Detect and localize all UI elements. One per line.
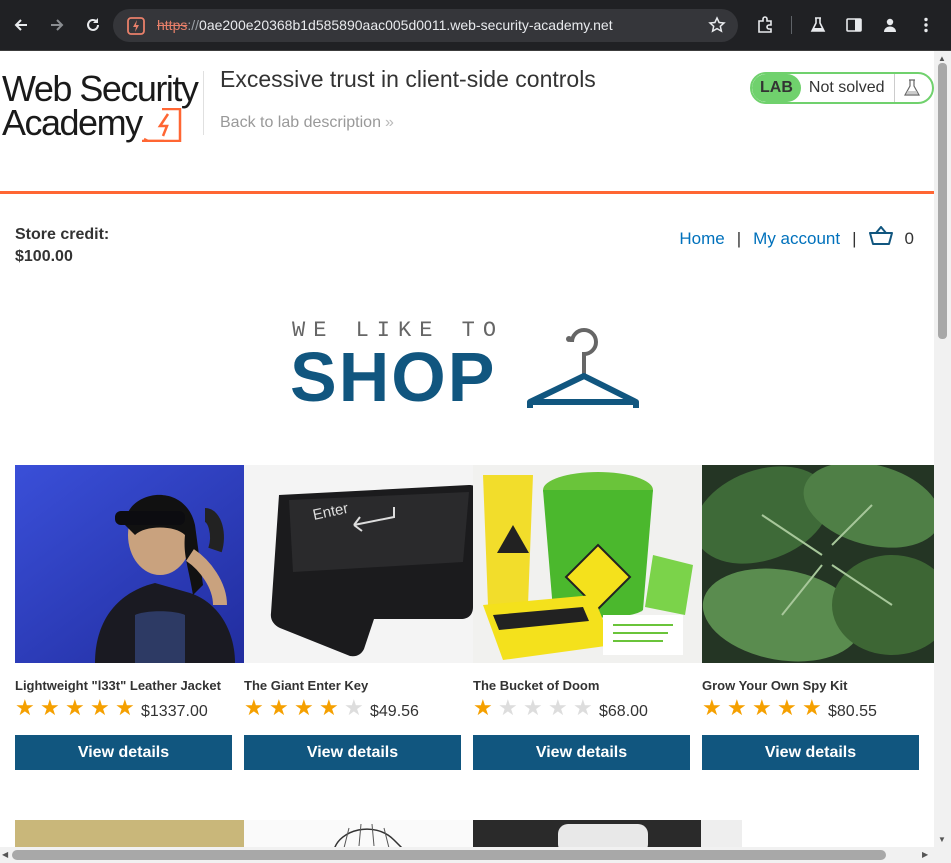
product-image-next-row[interactable] <box>473 820 742 847</box>
vertical-scrollbar-thumb[interactable] <box>938 63 947 339</box>
product-price: $1337.00 <box>141 703 208 720</box>
star-filled-icon: ★ <box>473 695 493 720</box>
scroll-down-arrow-icon[interactable]: ▼ <box>938 835 946 844</box>
side-panel-icon[interactable] <box>842 13 866 37</box>
product-price: $68.00 <box>599 703 648 720</box>
profile-icon[interactable] <box>878 13 902 37</box>
product-name: The Giant Enter Key <box>244 678 369 693</box>
product-rating: ★ ★ ★ ★ ★ <box>244 697 369 719</box>
star-filled-icon: ★ <box>752 695 772 720</box>
star-filled-icon: ★ <box>294 695 314 720</box>
view-details-button[interactable]: View details <box>244 735 461 770</box>
product-rating: ★ ★ ★ ★ ★ <box>15 697 140 719</box>
double-chevron-right-icon: » <box>384 114 394 131</box>
extensions-icon[interactable] <box>753 13 777 37</box>
product-price: $80.55 <box>828 703 877 720</box>
browser-toolbar: https://0ae200e20368b1d585890aac005d0011… <box>0 0 951 51</box>
scroll-up-arrow-icon[interactable]: ▲ <box>938 54 946 63</box>
star-empty-icon: ★ <box>523 695 543 720</box>
lightning-bolt-icon <box>142 108 182 142</box>
scroll-right-arrow-icon[interactable]: ▶ <box>922 850 928 859</box>
scroll-left-arrow-icon[interactable]: ◀ <box>2 850 8 859</box>
nav-separator: | <box>852 228 857 248</box>
labs-flask-icon[interactable] <box>806 13 830 37</box>
kebab-menu-icon[interactable] <box>914 13 938 37</box>
flask-icon <box>895 74 929 102</box>
not-secure-icon[interactable] <box>127 17 145 35</box>
logo-line-2: Academy <box>2 102 143 143</box>
back-link-label: Back to lab description <box>220 114 381 131</box>
header-divider <box>203 71 204 135</box>
back-to-lab-description-link[interactable]: Back to lab description» <box>220 114 394 132</box>
back-arrow-icon[interactable] <box>9 13 33 37</box>
page-viewport: Web Security Academy Excessive trust in … <box>0 51 934 847</box>
url-separator: :// <box>187 17 200 33</box>
address-bar[interactable]: https://0ae200e20368b1d585890aac005d0011… <box>113 9 738 42</box>
product-price: $49.56 <box>370 703 419 720</box>
store-credit-value: $100.00 <box>15 248 73 265</box>
product-rating: ★ ★ ★ ★ ★ <box>702 697 827 719</box>
star-filled-icon: ★ <box>269 695 289 720</box>
product-image-next-row[interactable] <box>244 820 473 847</box>
vertical-scrollbar[interactable]: ▲ ▼ <box>934 51 951 847</box>
view-details-button[interactable]: View details <box>15 735 232 770</box>
bookmark-star-icon[interactable] <box>708 16 726 39</box>
header-accent-rule <box>0 191 934 194</box>
star-filled-icon: ★ <box>319 695 339 720</box>
store-credit-label: Store credit: <box>15 226 110 243</box>
coat-hanger-icon <box>527 328 639 408</box>
product-name: Lightweight "l33t" Leather Jacket <box>15 678 221 693</box>
url-host: 0ae200e20368b1d585890aac005d0011.web-sec… <box>199 17 613 33</box>
star-empty-icon: ★ <box>548 695 568 720</box>
star-filled-icon: ★ <box>777 695 797 720</box>
star-filled-icon: ★ <box>115 695 135 720</box>
product-rating: ★ ★ ★ ★ ★ <box>473 697 598 719</box>
nav-separator: | <box>736 228 742 248</box>
product-name: Grow Your Own Spy Kit <box>702 678 848 693</box>
star-filled-icon: ★ <box>702 695 722 720</box>
star-filled-icon: ★ <box>90 695 110 720</box>
cart-basket-icon[interactable] <box>868 225 893 251</box>
shop-banner: WE LIKE TO SHOP <box>290 318 650 413</box>
star-empty-icon: ★ <box>344 695 364 720</box>
lab-badge: LAB <box>752 74 801 102</box>
web-security-academy-logo[interactable]: Web Security Academy <box>2 69 202 144</box>
url-scheme: https <box>157 17 188 33</box>
horizontal-scrollbar-thumb[interactable] <box>12 850 886 860</box>
view-details-button[interactable]: View details <box>473 735 690 770</box>
banner-shop-word: SHOP <box>290 338 497 416</box>
view-details-button[interactable]: View details <box>702 735 919 770</box>
forward-arrow-icon[interactable] <box>45 13 69 37</box>
lab-title: Excessive trust in client-side controls <box>220 66 596 92</box>
star-filled-icon: ★ <box>40 695 60 720</box>
star-empty-icon: ★ <box>573 695 593 720</box>
star-filled-icon: ★ <box>727 695 747 720</box>
cart-count: 0 <box>904 228 914 248</box>
star-filled-icon: ★ <box>802 695 822 720</box>
product-name: The Bucket of Doom <box>473 678 600 693</box>
home-link[interactable]: Home <box>679 229 724 249</box>
my-account-link[interactable]: My account <box>753 229 840 249</box>
horizontal-scrollbar[interactable]: ◀ ▶ <box>0 847 951 863</box>
star-filled-icon: ★ <box>65 695 85 720</box>
product-image-spy-kit[interactable] <box>702 465 934 663</box>
star-filled-icon: ★ <box>15 695 35 720</box>
reload-icon[interactable] <box>81 13 105 37</box>
lab-status-widget: LAB Not solved <box>750 72 934 104</box>
store-nav: Home | My account | 0 <box>679 225 914 251</box>
url-text[interactable]: https://0ae200e20368b1d585890aac005d0011… <box>157 17 613 33</box>
star-filled-icon: ★ <box>244 695 264 720</box>
star-empty-icon: ★ <box>498 695 518 720</box>
lab-status-text: Not solved <box>801 74 896 102</box>
toolbar-divider <box>791 16 792 34</box>
